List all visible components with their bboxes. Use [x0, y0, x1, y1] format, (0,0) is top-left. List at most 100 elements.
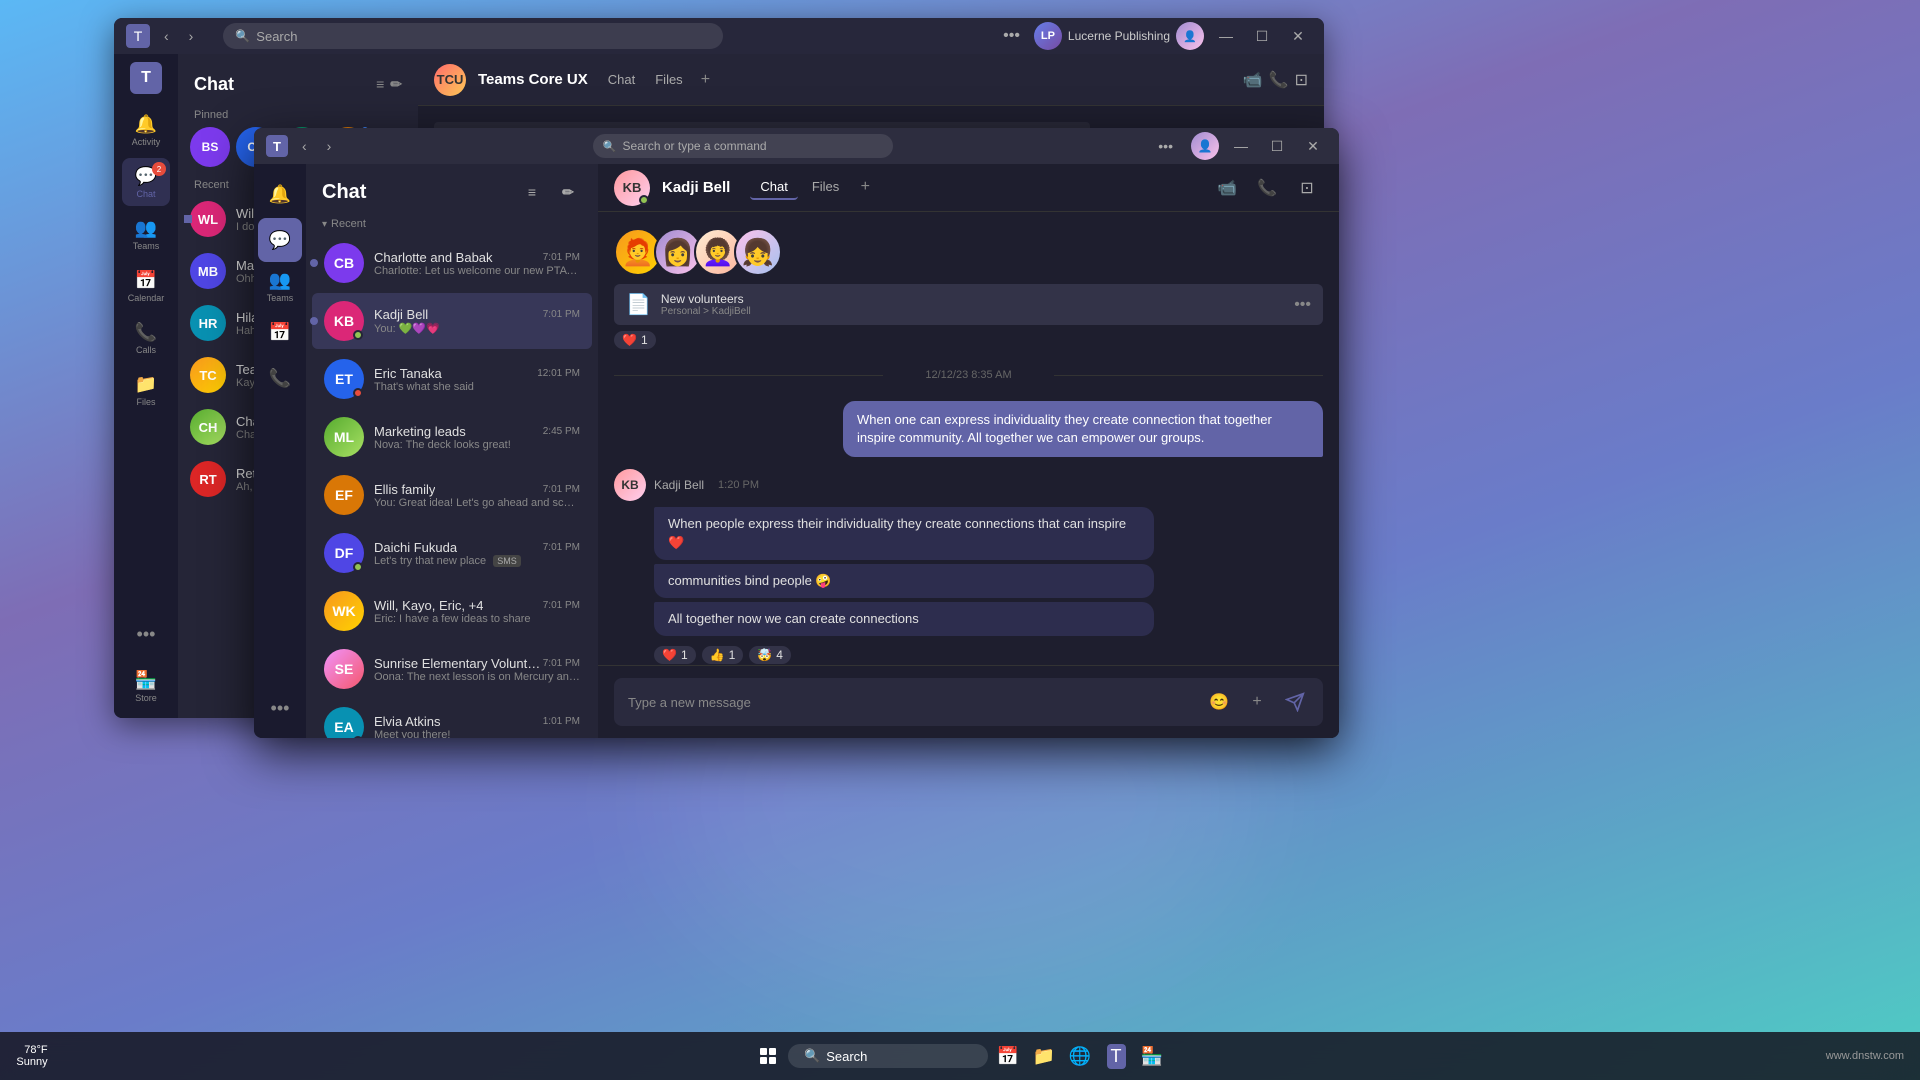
fg-chat-main: KB Kadji Bell Chat Files + 📹 📞 ⊡ [598, 164, 1339, 738]
bg-call-btn[interactable]: 📞 [1269, 70, 1289, 90]
taskbar-edge-btn[interactable]: 🌐 [1064, 1040, 1096, 1072]
bg-chat-tab-chat[interactable]: Chat [608, 72, 635, 87]
fg-chat-item-kadji[interactable]: KB Kadji Bell 7:01 PM You: 💚💜💗 [312, 293, 592, 349]
fg-chat-avatar-daichi: DF [324, 533, 364, 573]
bg-user-name: Lucerne Publishing [1068, 29, 1170, 43]
fg-doc-name: New volunteers [661, 292, 1284, 306]
bg-maximize-btn[interactable]: ☐ [1248, 22, 1276, 50]
bg-filter-icon[interactable]: ≡ [376, 76, 384, 93]
bg-sidebar-teams[interactable]: 👥 Teams [122, 210, 170, 258]
fg-teams-logo: T [266, 135, 288, 157]
bg-sidebar-activity[interactable]: 🔔 Activity [122, 106, 170, 154]
bg-video-btn[interactable]: 📹 [1243, 70, 1263, 90]
bg-sidebar-more[interactable]: ••• [122, 610, 170, 658]
fg-doc-menu-btn[interactable]: ••• [1294, 296, 1311, 314]
fg-chat-item-will-kayo[interactable]: WK Will, Kayo, Eric, +4 7:01 PM Eric: I … [312, 583, 592, 639]
fg-react-heart-count: 1 [681, 648, 688, 662]
bg-add-tab-btn[interactable]: + [701, 71, 710, 89]
bg-sidebar-files[interactable]: 📁 Files [122, 366, 170, 414]
taskbar-widgets-btn[interactable]: 📅 [992, 1040, 1024, 1072]
fg-filter-btn[interactable]: ≡ [518, 178, 546, 206]
bg-sidebar-calls[interactable]: 📞 Calls [122, 314, 170, 362]
fg-search-bar[interactable]: 🔍 Search or type a command [593, 134, 893, 158]
bg-more-btn[interactable]: ••• [997, 27, 1026, 45]
fg-card-reaction-heart[interactable]: ❤️ 1 [614, 331, 656, 349]
taskbar-weather[interactable]: 78°F Sunny [16, 1040, 48, 1072]
bg-sidebar-calendar[interactable]: 📅 Calendar [122, 262, 170, 310]
fg-chat-item-charlotte-babak[interactable]: CB Charlotte and Babak 7:01 PM Charlotte… [312, 235, 592, 291]
taskbar-explorer-btn[interactable]: 📁 [1028, 1040, 1060, 1072]
bg-sidebar-store[interactable]: 🏪 Store [122, 662, 170, 710]
fg-reaction-heart[interactable]: ❤️ 1 [654, 646, 696, 664]
fg-unread-dot-kadji [310, 317, 318, 325]
fg-audio-call-btn[interactable]: 📞 [1251, 172, 1283, 204]
fg-chat-item-ellis[interactable]: EF Ellis family 7:01 PM You: Great idea!… [312, 467, 592, 523]
bg-chat-contact-name: Teams Core UX [478, 71, 588, 88]
fg-chat-item-elvia[interactable]: EA Elvia Atkins 1:01 PM Meet you there! [312, 699, 592, 738]
bg-search-bar[interactable]: 🔍 Search [223, 23, 723, 49]
fg-tab-files[interactable]: Files [802, 175, 849, 200]
fg-close-btn[interactable]: ✕ [1299, 132, 1327, 160]
fg-chat-avatar-elvia: EA [324, 707, 364, 738]
fg-chat-name-daichi: Daichi Fukuda [374, 540, 457, 555]
fg-chat-item-sunrise[interactable]: SE Sunrise Elementary Volunteers 7:01 PM… [312, 641, 592, 697]
bg-pinned-avatar-1[interactable]: BS [190, 127, 230, 167]
fg-calendar-icon-btn[interactable]: 📅 [258, 310, 302, 354]
bg-teams-icon: 👥 [135, 218, 157, 239]
fg-attach-btn[interactable]: + [1243, 688, 1271, 716]
bg-nav-back[interactable]: ‹ [158, 26, 175, 46]
fg-doc-card[interactable]: 📄 New volunteers Personal > KadjiBell ••… [614, 284, 1323, 325]
taskbar-teams-btn[interactable]: T [1100, 1040, 1132, 1072]
fg-window-body: 🔔 💬 👥 Teams 📅 📞 ••• Chat [254, 164, 1339, 738]
fg-chat-name-row-will-kayo: Will, Kayo, Eric, +4 7:01 PM [374, 598, 580, 613]
taskbar: 78°F Sunny 🔍 Search 📅 📁 🌐 T 🏪 [0, 1032, 1920, 1080]
taskbar-store-icon: 🏪 [1141, 1046, 1163, 1067]
fg-chat-item-marketing[interactable]: ML Marketing leads 2:45 PM Nova: The dec… [312, 409, 592, 465]
fg-title-bar: T ‹ › 🔍 Search or type a command ••• 👤 —… [254, 128, 1339, 164]
fg-add-tab-btn[interactable]: + [853, 175, 877, 199]
fg-chat-preview-elvia: Meet you there! [374, 729, 580, 739]
bg-sidebar-chat[interactable]: 💬 Chat 2 [122, 158, 170, 206]
bg-title-bar: T ‹ › 🔍 Search ••• LP Lucerne Publishing… [114, 18, 1324, 54]
fg-kadji-bubbles: When people express their individuality … [654, 507, 1323, 664]
fg-reaction-mindblown[interactable]: 🤯 4 [749, 646, 791, 664]
fg-send-btn[interactable] [1281, 688, 1309, 716]
fg-chat-time-sunrise: 7:01 PM [543, 658, 580, 669]
fg-teams-icon-btn[interactable]: 👥 Teams [258, 264, 302, 308]
taskbar-search-btn[interactable]: 🔍 Search [788, 1044, 988, 1068]
fg-chat-preview-charlotte: Charlotte: Let us welcome our new PTA vo… [374, 265, 580, 277]
fg-bell-icon-btn[interactable]: 🔔 [258, 172, 302, 216]
taskbar-start-btn[interactable] [752, 1040, 784, 1072]
fg-kadji-online [639, 195, 649, 205]
bg-chat-tab-files[interactable]: Files [655, 72, 682, 87]
fg-unread-dot-charlotte [310, 259, 318, 267]
bg-nav-forward[interactable]: › [183, 26, 200, 46]
bg-more-chat-btn[interactable]: ⊡ [1295, 70, 1308, 90]
fg-more-chat-options-btn[interactable]: ⊡ [1291, 172, 1323, 204]
fg-more-actions[interactable]: ••• [1152, 138, 1179, 154]
fg-minimize-btn[interactable]: — [1227, 132, 1255, 160]
fg-chat-item-daichi[interactable]: DF Daichi Fukuda 7:01 PM Let's try that … [312, 525, 592, 581]
fg-video-call-btn[interactable]: 📹 [1211, 172, 1243, 204]
fg-sidebar-more-btn[interactable]: ••• [258, 686, 302, 730]
fg-input-placeholder[interactable]: Type a new message [628, 695, 1195, 710]
fg-maximize-btn[interactable]: ☐ [1263, 132, 1291, 160]
fg-calls-icon-btn[interactable]: 📞 [258, 356, 302, 400]
fg-chat-item-eric-tanaka[interactable]: ET Eric Tanaka 12:01 PM That's what she … [312, 351, 592, 407]
fg-kadji-bubble-1: When people express their individuality … [654, 507, 1154, 559]
bg-compose-icon[interactable]: ✏ [390, 76, 402, 93]
taskbar-explorer-icon: 📁 [1033, 1046, 1055, 1067]
fg-reaction-thumbs[interactable]: 👍 1 [702, 646, 744, 664]
bg-chat-header-actions: ≡ ✏ [376, 76, 402, 93]
fg-user-avatar[interactable]: 👤 [1191, 132, 1219, 160]
fg-chat-icon-btn[interactable]: 💬 [258, 218, 302, 262]
fg-nav-back[interactable]: ‹ [296, 136, 313, 156]
bg-close-btn[interactable]: ✕ [1284, 22, 1312, 50]
fg-compose-btn[interactable]: ✏ [554, 178, 582, 206]
fg-nav-forward[interactable]: › [321, 136, 338, 156]
bg-minimize-btn[interactable]: — [1212, 22, 1240, 50]
fg-emoji-btn[interactable]: 😊 [1205, 688, 1233, 716]
fg-chat-info-eric: Eric Tanaka 12:01 PM That's what she sai… [374, 366, 580, 393]
fg-tab-chat[interactable]: Chat [750, 175, 797, 200]
taskbar-store-btn[interactable]: 🏪 [1136, 1040, 1168, 1072]
